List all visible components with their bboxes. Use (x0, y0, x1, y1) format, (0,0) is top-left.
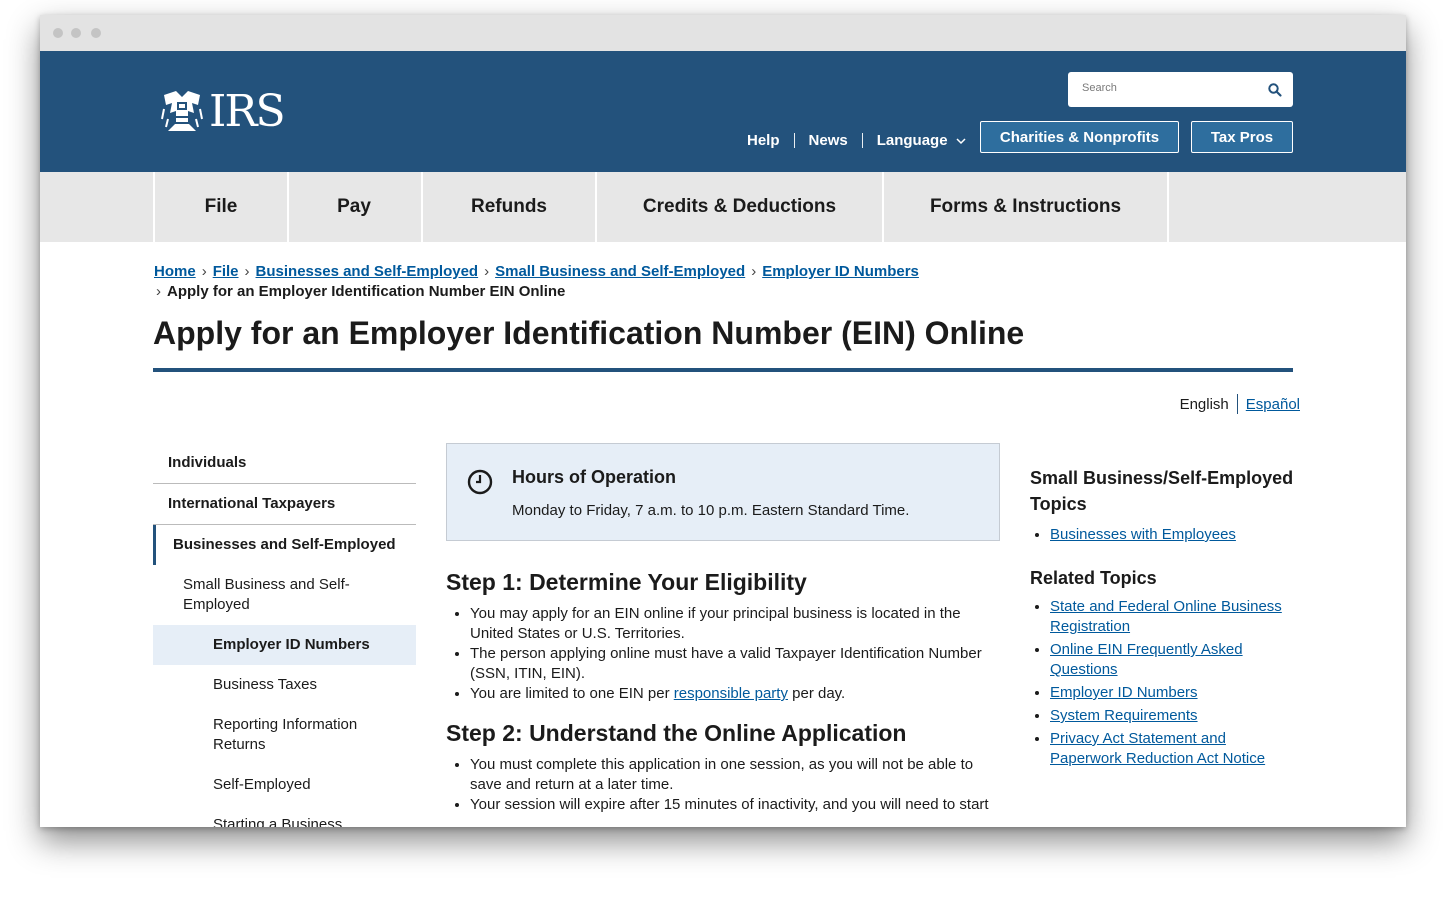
search-icon[interactable] (1267, 82, 1283, 98)
window-titlebar (40, 15, 1406, 51)
state-federal-registration-link[interactable]: State and Federal Online Business Regist… (1050, 598, 1282, 635)
step2-list: You must complete this application in on… (446, 755, 1000, 815)
sidenav-businesses[interactable]: Businesses and Self-Employed (153, 525, 416, 565)
language-toggle: English Español (1180, 394, 1300, 414)
tab-pay[interactable]: Pay (287, 172, 423, 242)
language-label: Language (876, 131, 948, 149)
related-item: System Requirements (1050, 706, 1300, 726)
side-nav: Individuals International Taxpayers Busi… (153, 443, 416, 827)
topics-list: Businesses with Employees (1030, 525, 1300, 545)
main-nav: File Pay Refunds Credits & Deductions Fo… (40, 172, 1406, 242)
related-item: Privacy Act Statement and Paperwork Redu… (1050, 729, 1300, 769)
tab-credits-deductions[interactable]: Credits & Deductions (597, 172, 884, 242)
step1-bullet-text: You are limited to one EIN per (470, 685, 674, 702)
sidenav-reporting-returns[interactable]: Reporting Information Returns (153, 705, 416, 765)
minimize-dot[interactable] (71, 28, 81, 38)
step1-bullet: You are limited to one EIN per responsib… (470, 684, 1000, 704)
divider (793, 132, 795, 148)
topic-item: Businesses with Employees (1050, 525, 1300, 545)
chevron-right-icon: › (156, 283, 161, 300)
english-label: English (1179, 395, 1229, 413)
search-box (1068, 72, 1293, 107)
step2-bullet: You must complete this application in on… (470, 755, 1000, 795)
sidenav-international[interactable]: International Taxpayers (153, 484, 416, 525)
irs-logo[interactable]: IRS (158, 86, 286, 137)
employer-id-numbers-link[interactable]: Employer ID Numbers (1050, 684, 1198, 701)
responsible-party-link[interactable]: responsible party (674, 685, 788, 702)
step1-heading: Step 1: Determine Your Eligibility (446, 569, 807, 595)
step2-heading: Step 2: Understand the Online Applicatio… (446, 720, 907, 746)
sidenav-individuals[interactable]: Individuals (153, 443, 416, 484)
step1-list: You may apply for an EIN online if your … (446, 604, 1000, 704)
language-menu[interactable]: Language (877, 132, 966, 149)
step1-bullet-tail: per day. (787, 685, 846, 702)
search-input[interactable] (1080, 81, 1264, 95)
tax-pros-button[interactable]: Tax Pros (1191, 121, 1293, 153)
related-list: State and Federal Online Business Regist… (1030, 597, 1300, 769)
site-header: IRS Help News Language Charities & Nonpr… (40, 51, 1406, 172)
system-requirements-link[interactable]: System Requirements (1050, 707, 1198, 724)
chevron-right-icon: › (751, 263, 757, 280)
topics-heading: Small Business/Self-Employed Topics (1030, 468, 1294, 514)
tab-refunds[interactable]: Refunds (423, 172, 597, 242)
title-underline (153, 368, 1293, 372)
callout-title: Hours of Operation (512, 467, 677, 487)
breadcrumb: Home › File › Businesses and Self-Employed › S… (154, 262, 919, 302)
help-link[interactable]: Help (747, 132, 780, 149)
online-ein-faq-link[interactable]: Online EIN Frequently Asked Questions (1050, 641, 1243, 678)
step2-bullet: Your session will expire after 15 minute… (470, 795, 1000, 815)
breadcrumb-businesses[interactable]: Businesses and Self-Employed (256, 263, 479, 280)
zoom-dot[interactable] (91, 28, 101, 38)
news-link[interactable]: News (809, 132, 848, 149)
main-content: Hours of Operation Monday to Friday, 7 a… (446, 443, 1000, 815)
close-dot[interactable] (53, 28, 63, 38)
sidenav-small-business[interactable]: Small Business and Self-Employed (153, 565, 416, 625)
privacy-act-link[interactable]: Privacy Act Statement and Paperwork Redu… (1050, 730, 1265, 767)
logo-text: IRS (209, 86, 286, 137)
sidenav-starting-business[interactable]: Starting a Business (153, 805, 416, 827)
businesses-with-employees-link[interactable]: Businesses with Employees (1050, 526, 1236, 543)
browser-window: IRS Help News Language Charities & Nonpr… (40, 15, 1406, 827)
utility-links: Help News Language (747, 127, 995, 153)
related-item: Online EIN Frequently Asked Questions (1050, 640, 1300, 680)
sidenav-self-employed[interactable]: Self-Employed (153, 765, 416, 805)
chevron-down-icon (956, 137, 966, 144)
related-heading: Related Topics (1030, 568, 1157, 588)
page-title: Apply for an Employer Identification Num… (153, 315, 1025, 351)
tab-file[interactable]: File (153, 172, 289, 242)
breadcrumb-file[interactable]: File (213, 263, 239, 280)
sidenav-employer-id[interactable]: Employer ID Numbers (153, 625, 416, 665)
sidenav-business-taxes[interactable]: Business Taxes (153, 665, 416, 705)
divider (861, 132, 863, 148)
hours-callout: Hours of Operation Monday to Friday, 7 a… (446, 443, 1000, 541)
breadcrumb-home[interactable]: Home (154, 263, 196, 280)
eagle-icon (161, 91, 203, 131)
callout-text: Monday to Friday, 7 a.m. to 10 p.m. East… (512, 502, 910, 519)
chevron-right-icon: › (201, 263, 207, 280)
right-sidebar: Small Business/Self-Employed Topics Busi… (1030, 465, 1300, 772)
tab-forms-instructions[interactable]: Forms & Instructions (884, 172, 1169, 242)
chevron-right-icon: › (244, 263, 250, 280)
divider (1236, 394, 1238, 414)
related-item: State and Federal Online Business Regist… (1050, 597, 1300, 637)
chevron-right-icon: › (484, 263, 490, 280)
espanol-link[interactable]: Español (1246, 396, 1300, 413)
breadcrumb-current: Apply for an Employer Identification Num… (167, 283, 566, 300)
breadcrumb-employer-id[interactable]: Employer ID Numbers (762, 263, 919, 280)
clock-icon (467, 469, 493, 495)
breadcrumb-small-business[interactable]: Small Business and Self-Employed (495, 263, 745, 280)
charities-nonprofits-button[interactable]: Charities & Nonprofits (980, 121, 1179, 153)
related-item: Employer ID Numbers (1050, 683, 1300, 703)
step1-bullet: The person applying online must have a v… (470, 644, 1000, 684)
step1-bullet: You may apply for an EIN online if your … (470, 604, 1000, 644)
